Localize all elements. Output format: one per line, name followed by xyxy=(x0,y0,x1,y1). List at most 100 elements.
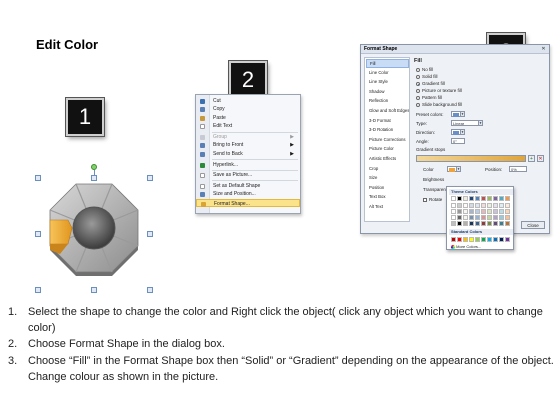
menu-item-send-to-back[interactable]: Send to Back ▶ xyxy=(196,150,300,158)
standard-color-swatch[interactable] xyxy=(505,237,510,242)
menu-item-paste[interactable]: Paste xyxy=(196,114,300,122)
theme-color-swatch[interactable] xyxy=(487,203,492,208)
standard-color-swatch[interactable] xyxy=(475,237,480,242)
theme-color-swatch[interactable] xyxy=(457,196,462,201)
category-size[interactable]: Size xyxy=(366,174,409,183)
gradient-stops-bar[interactable] xyxy=(416,155,526,162)
menu-item-bring-to-front[interactable]: Bring to Front ▶ xyxy=(196,141,300,149)
theme-color-swatch[interactable] xyxy=(481,196,486,201)
preset-colors-dropdown[interactable]: ▼ xyxy=(451,111,465,117)
theme-color-swatch[interactable] xyxy=(493,196,498,201)
rotate-with-shape-checkbox[interactable] xyxy=(423,198,427,202)
selection-handle[interactable] xyxy=(35,287,41,293)
menu-item-group[interactable]: Group ▶ xyxy=(196,133,300,141)
category-line-color[interactable]: Line Color xyxy=(366,69,409,78)
selection-handle[interactable] xyxy=(147,287,153,293)
type-dropdown[interactable]: Linear ▼ xyxy=(451,120,483,126)
theme-color-swatch[interactable] xyxy=(505,215,510,220)
theme-color-swatch[interactable] xyxy=(505,209,510,214)
theme-color-swatch[interactable] xyxy=(469,215,474,220)
standard-color-swatch[interactable] xyxy=(493,237,498,242)
theme-color-swatch[interactable] xyxy=(499,196,504,201)
theme-color-swatch[interactable] xyxy=(463,203,468,208)
theme-color-swatch[interactable] xyxy=(469,196,474,201)
menu-item-set-default-shape[interactable]: Set as Default Shape xyxy=(196,182,300,190)
category-3d-rotation[interactable]: 3-D Rotation xyxy=(366,126,409,135)
theme-color-swatch[interactable] xyxy=(475,196,480,201)
theme-color-swatch[interactable] xyxy=(499,221,504,226)
menu-item-cut[interactable]: Cut xyxy=(196,97,300,105)
category-reflection[interactable]: Reflection xyxy=(366,97,409,106)
radio-pattern-fill[interactable] xyxy=(416,96,420,100)
theme-color-swatch[interactable] xyxy=(499,203,504,208)
theme-color-swatch[interactable] xyxy=(493,215,498,220)
theme-color-swatch[interactable] xyxy=(487,215,492,220)
remove-stop-button[interactable]: ✕ xyxy=(537,155,544,162)
octagon-shape[interactable] xyxy=(35,164,153,293)
category-crop[interactable]: Crop xyxy=(366,165,409,174)
standard-color-swatch[interactable] xyxy=(499,237,504,242)
category-line-style[interactable]: Line Style xyxy=(366,78,409,87)
menu-item-format-shape[interactable]: Format Shape... xyxy=(196,199,300,208)
theme-color-swatch[interactable] xyxy=(469,203,474,208)
theme-color-swatch[interactable] xyxy=(487,196,492,201)
theme-color-swatch[interactable] xyxy=(451,215,456,220)
category-picture-color[interactable]: Picture Color xyxy=(366,145,409,154)
theme-color-swatch[interactable] xyxy=(499,209,504,214)
selection-handle[interactable] xyxy=(35,231,41,237)
theme-color-swatch[interactable] xyxy=(475,209,480,214)
standard-color-swatch[interactable] xyxy=(463,237,468,242)
radio-solid-fill[interactable] xyxy=(416,75,420,79)
selection-handle[interactable] xyxy=(147,175,153,181)
theme-color-swatch[interactable] xyxy=(481,215,486,220)
theme-color-swatch[interactable] xyxy=(475,215,480,220)
radio-picture-fill[interactable] xyxy=(416,89,420,93)
direction-dropdown[interactable]: ▼ xyxy=(451,129,465,135)
theme-color-swatch[interactable] xyxy=(463,221,468,226)
theme-color-swatch[interactable] xyxy=(481,221,486,226)
standard-color-swatch[interactable] xyxy=(457,237,462,242)
category-position[interactable]: Position xyxy=(366,184,409,193)
theme-color-swatch[interactable] xyxy=(499,215,504,220)
category-3d-format[interactable]: 3-D Format xyxy=(366,117,409,126)
theme-color-swatch[interactable] xyxy=(505,196,510,201)
theme-color-swatch[interactable] xyxy=(457,209,462,214)
menu-item-hyperlink[interactable]: Hyperlink... xyxy=(196,161,300,169)
category-alt-text[interactable]: Alt Text xyxy=(366,203,409,212)
category-artistic-effects[interactable]: Artistic Effects xyxy=(366,155,409,164)
close-icon[interactable]: ✕ xyxy=(540,46,547,52)
category-glow[interactable]: Glow and Soft Edges xyxy=(366,107,409,116)
color-picker-button[interactable]: ▼ xyxy=(447,166,461,172)
radio-slide-background-fill[interactable] xyxy=(416,103,420,107)
theme-color-swatch[interactable] xyxy=(487,209,492,214)
menu-item-size-and-position[interactable]: Size and Position... xyxy=(196,190,300,198)
theme-color-swatch[interactable] xyxy=(469,209,474,214)
standard-color-swatch[interactable] xyxy=(481,237,486,242)
theme-color-swatch[interactable] xyxy=(457,221,462,226)
theme-color-swatch[interactable] xyxy=(451,203,456,208)
theme-color-swatch[interactable] xyxy=(451,209,456,214)
menu-item-edit-text[interactable]: Edit Text xyxy=(196,122,300,130)
close-button[interactable]: Close xyxy=(521,221,545,229)
category-text-box[interactable]: Text Box xyxy=(366,193,409,202)
selection-handle[interactable] xyxy=(91,287,97,293)
theme-color-swatch[interactable] xyxy=(457,215,462,220)
theme-color-swatch[interactable] xyxy=(475,221,480,226)
theme-color-swatch[interactable] xyxy=(469,221,474,226)
theme-color-swatch[interactable] xyxy=(457,203,462,208)
theme-color-swatch[interactable] xyxy=(493,209,498,214)
theme-color-swatch[interactable] xyxy=(487,221,492,226)
more-colors-link[interactable]: More Colors... xyxy=(451,244,481,249)
category-picture-corrections[interactable]: Picture Corrections xyxy=(366,136,409,145)
theme-color-swatch[interactable] xyxy=(493,203,498,208)
theme-color-swatch[interactable] xyxy=(463,209,468,214)
angle-input[interactable]: 0° xyxy=(451,138,465,144)
selection-handle[interactable] xyxy=(91,175,97,181)
theme-color-swatch[interactable] xyxy=(505,221,510,226)
selection-handle[interactable] xyxy=(35,175,41,181)
standard-color-swatch[interactable] xyxy=(451,237,456,242)
theme-color-swatch[interactable] xyxy=(463,215,468,220)
theme-color-swatch[interactable] xyxy=(481,209,486,214)
theme-color-swatch[interactable] xyxy=(493,221,498,226)
menu-item-save-as-picture[interactable]: Save as Picture... xyxy=(196,171,300,179)
